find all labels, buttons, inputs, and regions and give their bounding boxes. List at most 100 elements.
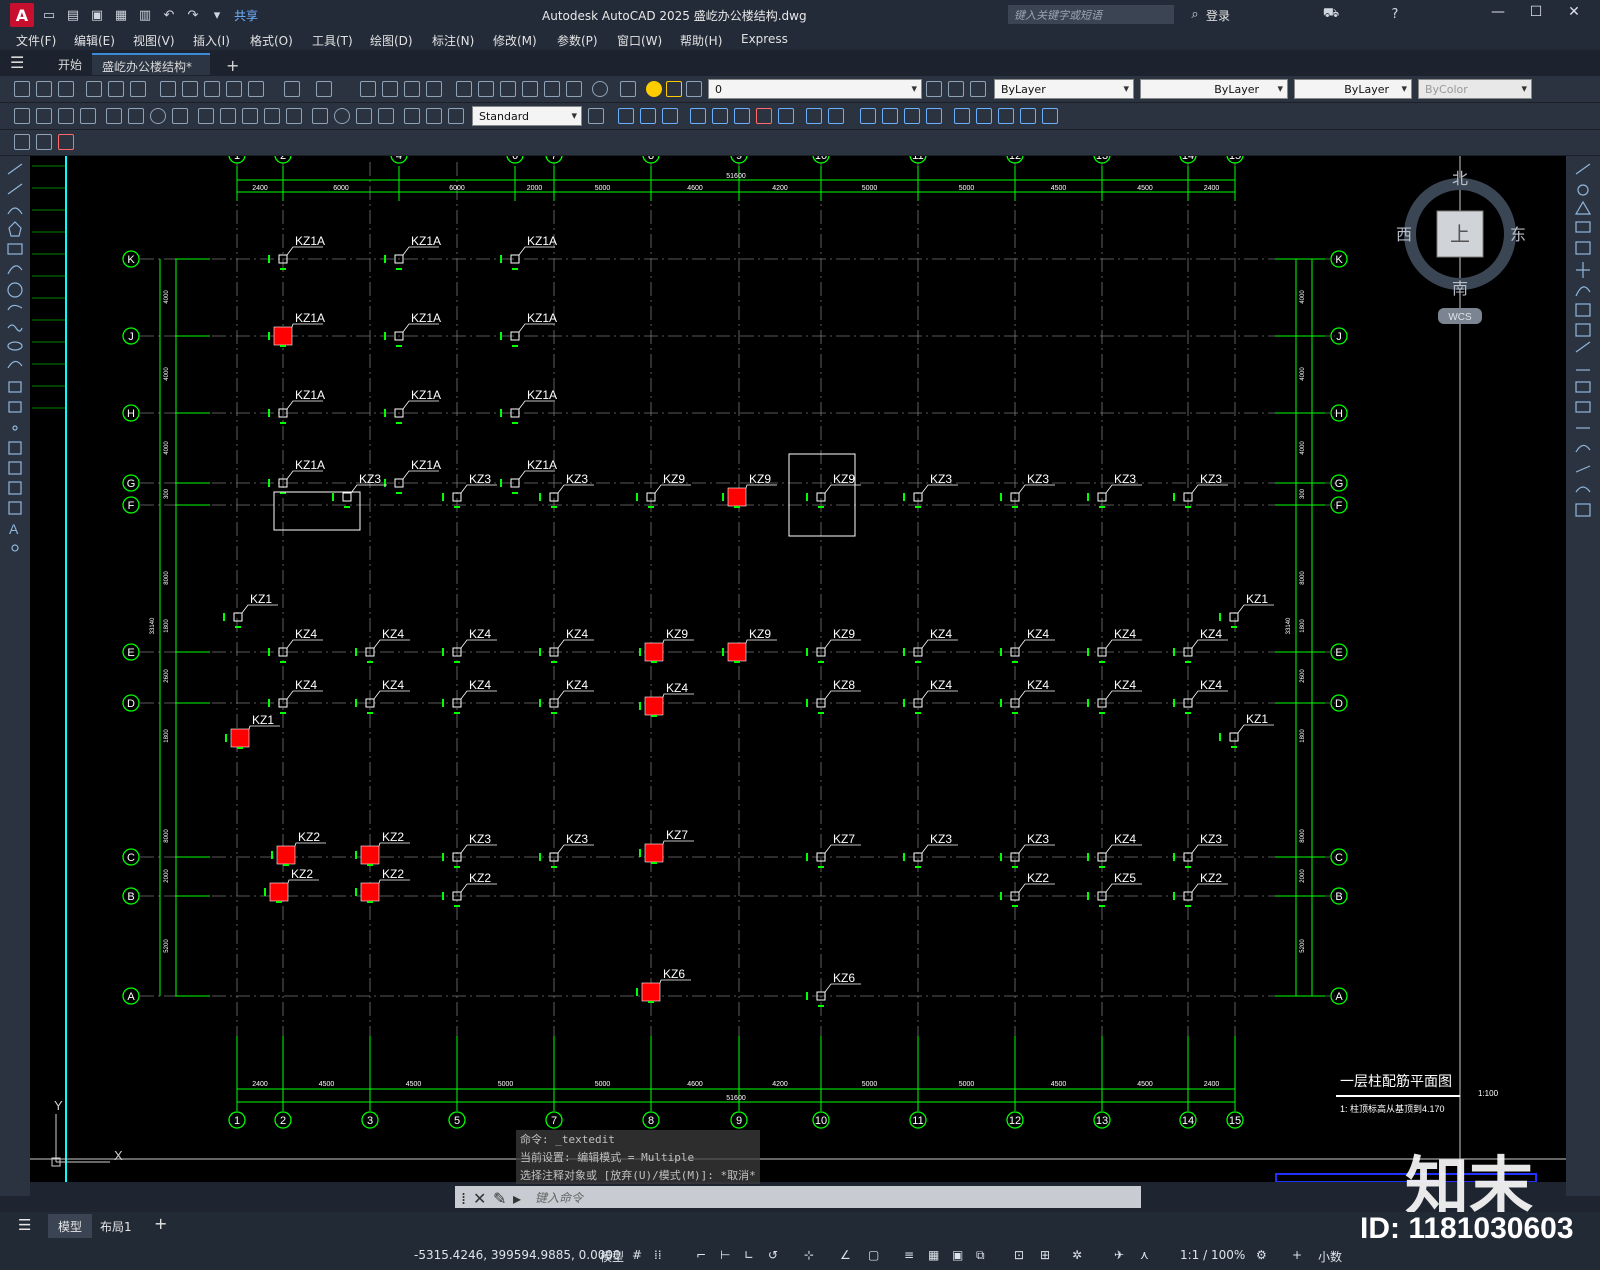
isodraft-toggle-icon[interactable]: ∟ [744, 1248, 754, 1262]
annotation-monitor-icon[interactable]: ⊡ [1014, 1248, 1024, 1262]
help-icon[interactable]: ? [1386, 5, 1404, 23]
design-center-icon[interactable] [478, 81, 494, 97]
search-icon[interactable]: ⌕ [1186, 5, 1204, 23]
viewcube[interactable]: 上 北 南 东 西 WCS [1390, 164, 1530, 334]
dynamic-ucs-icon[interactable]: ▢ [868, 1248, 879, 1262]
shade-icon[interactable] [860, 108, 876, 124]
viewcube-west[interactable]: 西 [1396, 227, 1412, 244]
ucs-previous-icon[interactable] [998, 108, 1014, 124]
xref-icon[interactable] [58, 134, 74, 150]
dim-edit-icon[interactable] [404, 108, 420, 124]
new-tab-icon[interactable]: + [216, 53, 249, 75]
menu-express[interactable]: Express [741, 32, 788, 46]
undo-toolbar-icon[interactable] [284, 81, 300, 97]
tab-layout1[interactable]: 布局1 [100, 1218, 132, 1235]
wcs-button[interactable]: WCS [1448, 312, 1472, 323]
markup-icon[interactable] [544, 81, 560, 97]
ucs-face-icon[interactable] [1020, 108, 1036, 124]
redo-icon[interactable]: ↷ [184, 6, 202, 24]
grid-toggle-icon[interactable]: # [632, 1248, 642, 1262]
osnap-toggle-icon[interactable]: ⊹ [804, 1248, 814, 1262]
redo-toolbar-icon[interactable] [316, 81, 332, 97]
settings-icon[interactable]: ⚙ [1256, 1248, 1267, 1262]
materials-icon[interactable] [904, 108, 920, 124]
menu-insert[interactable]: 插入(I) [193, 32, 230, 49]
angle-icon[interactable]: ∠ [840, 1248, 851, 1262]
angular-dim-icon[interactable] [172, 108, 188, 124]
save-as-icon[interactable]: ▦ [112, 6, 130, 24]
solid-wedge-icon[interactable] [640, 108, 656, 124]
open-icon[interactable] [36, 81, 52, 97]
units-readout[interactable]: 小数 [1318, 1248, 1342, 1265]
scale-readout[interactable]: 1:1 / 100% [1180, 1248, 1245, 1262]
close-button[interactable]: ✕ [1562, 4, 1586, 26]
arc-length-icon[interactable] [58, 108, 74, 124]
annotation-visibility-icon[interactable]: ✈ [1114, 1248, 1124, 1262]
block-insert-icon[interactable] [14, 134, 30, 150]
tolerance-icon[interactable] [312, 108, 328, 124]
jogged-dim-icon[interactable] [128, 108, 144, 124]
layer-properties-icon[interactable] [620, 81, 636, 97]
calculator-icon[interactable] [566, 81, 582, 97]
menu-dimension[interactable]: 标注(N) [432, 32, 474, 49]
render-icon[interactable] [882, 108, 898, 124]
block-create-icon[interactable] [36, 134, 52, 150]
login-button[interactable]: 登录 [1206, 7, 1230, 24]
viewcube-north[interactable]: 北 [1452, 170, 1468, 188]
polar-toggle-icon[interactable]: ⊢ [720, 1248, 730, 1262]
menu-window[interactable]: 窗口(W) [617, 32, 662, 49]
dim-break-icon[interactable] [286, 108, 302, 124]
ucs-icon[interactable] [954, 108, 970, 124]
layer-dropdown[interactable]: 0 [708, 79, 922, 99]
menu-format[interactable]: 格式(O) [250, 32, 293, 49]
zoom-previous-icon[interactable] [426, 81, 442, 97]
menu-view[interactable]: 视图(V) [133, 32, 175, 49]
extrude-icon[interactable] [690, 108, 706, 124]
search-input[interactable]: 键入关键字或短语 [1008, 5, 1174, 24]
publish-icon[interactable] [130, 81, 146, 97]
menu-modify[interactable]: 修改(M) [493, 32, 537, 49]
tab-start[interactable]: 开始 [48, 53, 92, 75]
save-icon[interactable]: ▣ [88, 6, 106, 24]
make-current-layer-icon[interactable] [926, 81, 942, 97]
dim-style-manager-icon[interactable] [588, 108, 604, 124]
baseline-dim-icon[interactable] [220, 108, 236, 124]
revolve-icon[interactable] [712, 108, 728, 124]
minimize-button[interactable]: — [1486, 4, 1510, 26]
lineweight-toggle-icon[interactable]: ≡ [904, 1248, 914, 1262]
menu-draw[interactable]: 绘图(D) [370, 32, 413, 49]
menu-edit[interactable]: 编辑(E) [74, 32, 115, 49]
continue-dim-icon[interactable] [242, 108, 258, 124]
properties-icon[interactable] [456, 81, 472, 97]
command-close-icon[interactable]: ✕ [473, 1189, 486, 1208]
layer-states-icon[interactable] [970, 81, 986, 97]
layer-previous-icon[interactable] [948, 81, 964, 97]
tool-palettes-icon[interactable] [500, 81, 516, 97]
command-recent-icon[interactable]: ▸ [513, 1189, 521, 1208]
color-dropdown[interactable]: ByLayer [994, 79, 1134, 99]
tab-model[interactable]: 模型 [48, 1214, 93, 1238]
slice-icon[interactable] [806, 108, 822, 124]
ortho-toggle-icon[interactable]: ⌐ [696, 1248, 706, 1262]
drawing-canvas[interactable]: K K J J H H G G F F E E D D C C B B A A 1 1 2 2 4 3 6 5 7 7 8 8 9 9 10 10 11… [30, 156, 1566, 1182]
zoom-window-icon[interactable] [404, 81, 420, 97]
model-space-toggle[interactable]: 模型 [600, 1248, 624, 1265]
cart-icon[interactable]: ⛟ [1322, 5, 1340, 23]
plus-icon[interactable]: + [1292, 1248, 1302, 1262]
linetype-dropdown[interactable]: ByLayer [1140, 79, 1288, 99]
copy-icon[interactable] [182, 81, 198, 97]
block-editor-icon[interactable] [248, 81, 264, 97]
ucs-world-icon[interactable] [976, 108, 992, 124]
dim-update-icon[interactable] [448, 108, 464, 124]
solid-cone-icon[interactable] [662, 108, 678, 124]
dim-text-edit-icon[interactable] [426, 108, 442, 124]
linear-dim-icon[interactable] [14, 108, 30, 124]
quick-access-dropdown-icon[interactable]: ▾ [208, 6, 226, 24]
plotstyle-dropdown[interactable]: ByColor [1418, 79, 1532, 99]
app-menu-icon[interactable]: ☰ [4, 53, 30, 75]
match-properties-icon[interactable] [226, 81, 242, 97]
menu-tools[interactable]: 工具(T) [312, 32, 353, 49]
ucs-object-icon[interactable] [1042, 108, 1058, 124]
modify-tools-icons[interactable] [1566, 156, 1600, 526]
sheet-set-icon[interactable] [522, 81, 538, 97]
